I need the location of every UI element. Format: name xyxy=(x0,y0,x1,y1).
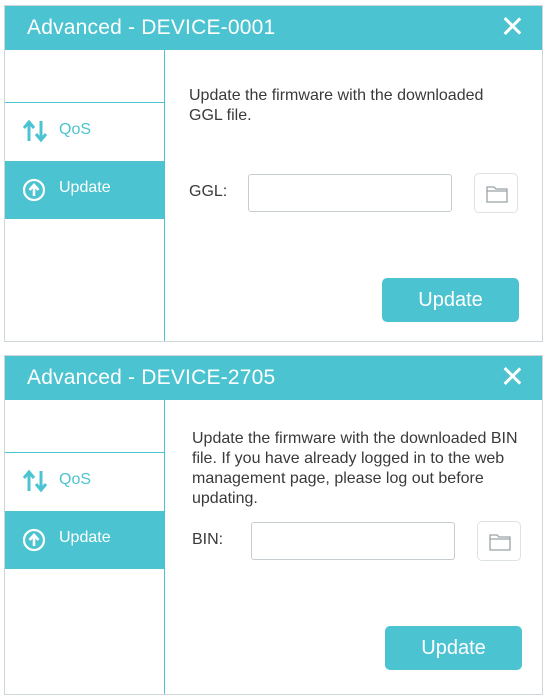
sidebar-item-update[interactable]: Update xyxy=(5,161,164,219)
bin-field-label: BIN: xyxy=(192,531,224,548)
folder-icon xyxy=(489,534,511,551)
sidebar-item-qos[interactable]: QoS xyxy=(5,103,164,161)
advanced-dialog-1: Advanced - DEVICE-0001 QoS Update Update… xyxy=(4,5,543,342)
qos-arrows-icon xyxy=(22,119,48,143)
sidebar-item-qos[interactable]: QoS xyxy=(5,453,164,511)
sidebar: QoS Update xyxy=(5,400,165,694)
advanced-dialog-2: Advanced - DEVICE-2705 QoS Update Update… xyxy=(4,355,543,695)
title-bar: Advanced - DEVICE-0001 xyxy=(5,6,542,50)
close-icon[interactable] xyxy=(500,14,524,38)
ggl-field-label: GGL: xyxy=(189,183,228,200)
sidebar-item-label: QoS xyxy=(59,471,92,488)
dialog-title: Advanced - DEVICE-0001 xyxy=(27,16,276,39)
sidebar-item-label: Update xyxy=(59,529,111,546)
close-icon[interactable] xyxy=(500,364,524,388)
upload-circle-icon xyxy=(22,178,46,202)
update-content: Update the firmware with the downloaded … xyxy=(165,400,542,694)
sidebar-item-label: QoS xyxy=(59,121,92,138)
qos-arrows-icon xyxy=(22,469,48,493)
ggl-file-input[interactable] xyxy=(248,174,452,212)
update-button[interactable]: Update xyxy=(382,278,519,322)
browse-button[interactable] xyxy=(477,521,521,561)
upload-circle-icon xyxy=(22,528,46,552)
dialog-title: Advanced - DEVICE-2705 xyxy=(27,366,276,389)
update-button[interactable]: Update xyxy=(385,626,522,670)
update-content: Update the firmware with the downloaded … xyxy=(165,50,542,341)
folder-icon xyxy=(486,186,508,203)
bin-file-input[interactable] xyxy=(251,522,455,560)
sidebar-item-update[interactable]: Update xyxy=(5,511,164,569)
description-text: Update the firmware with the downloaded … xyxy=(189,87,484,124)
description-text: Update the firmware with the downloaded … xyxy=(192,430,518,507)
browse-button[interactable] xyxy=(474,173,518,213)
title-bar: Advanced - DEVICE-2705 xyxy=(5,356,542,400)
sidebar: QoS Update xyxy=(5,50,165,341)
sidebar-item-label: Update xyxy=(59,179,111,196)
